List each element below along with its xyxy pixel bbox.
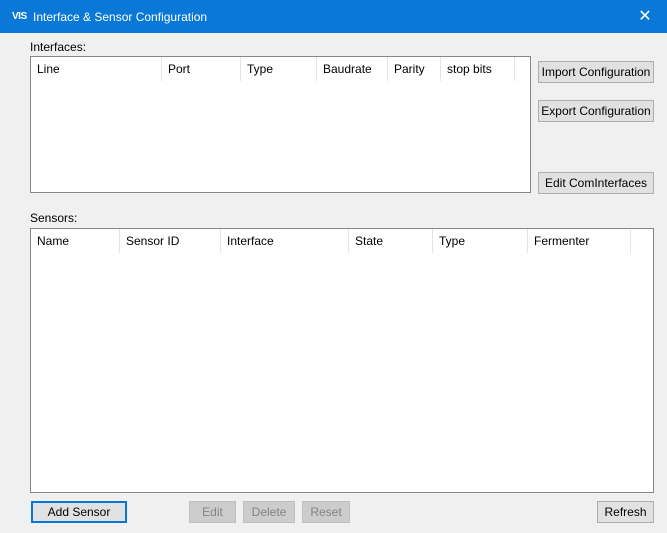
column-header-interface[interactable]: Interface bbox=[221, 229, 349, 253]
column-header-baudrate[interactable]: Baudrate bbox=[317, 57, 388, 81]
column-header-line[interactable]: Line bbox=[31, 57, 162, 81]
column-header-stop-bits[interactable]: stop bits bbox=[441, 57, 515, 81]
interfaces-label: Interfaces: bbox=[30, 40, 87, 54]
sensors-list[interactable]: Name Sensor ID Interface State Type Ferm… bbox=[30, 228, 654, 493]
column-header-state[interactable]: State bbox=[349, 229, 433, 253]
delete-button[interactable]: Delete bbox=[243, 501, 295, 523]
column-header-name[interactable]: Name bbox=[31, 229, 120, 253]
column-header-sensor-id[interactable]: Sensor ID bbox=[120, 229, 221, 253]
column-header-parity[interactable]: Parity bbox=[388, 57, 441, 81]
import-configuration-button[interactable]: Import Configuration bbox=[538, 61, 654, 83]
edit-button[interactable]: Edit bbox=[189, 501, 236, 523]
column-header-port[interactable]: Port bbox=[162, 57, 241, 81]
sensors-label: Sensors: bbox=[30, 211, 78, 225]
interfaces-list[interactable]: Line Port Type Baudrate Parity stop bits bbox=[30, 56, 531, 193]
app-icon: VIS bbox=[12, 11, 27, 22]
column-header-type[interactable]: Type bbox=[241, 57, 317, 81]
close-icon[interactable]: ✕ bbox=[623, 0, 667, 33]
interfaces-list-header: Line Port Type Baudrate Parity stop bits bbox=[31, 57, 530, 82]
column-header-fermenter[interactable]: Fermenter bbox=[528, 229, 631, 253]
column-header-type[interactable]: Type bbox=[433, 229, 528, 253]
sensors-list-header: Name Sensor ID Interface State Type Ferm… bbox=[31, 229, 653, 254]
add-sensor-button[interactable]: Add Sensor bbox=[31, 501, 127, 523]
reset-button[interactable]: Reset bbox=[302, 501, 350, 523]
window-title: Interface & Sensor Configuration bbox=[33, 10, 208, 24]
edit-cominterfaces-button[interactable]: Edit ComInterfaces bbox=[538, 172, 654, 194]
refresh-button[interactable]: Refresh bbox=[597, 501, 654, 523]
export-configuration-button[interactable]: Export Configuration bbox=[538, 100, 654, 122]
title-bar[interactable]: VIS Interface & Sensor Configuration ✕ bbox=[0, 0, 667, 33]
